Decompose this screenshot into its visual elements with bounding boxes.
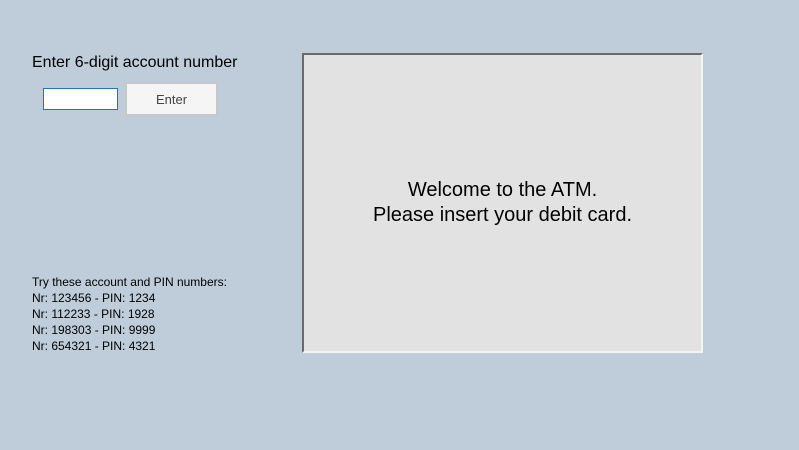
account-hints: Try these account and PIN numbers: Nr: 1…	[32, 274, 227, 354]
hint-account-line: Nr: 123456 - PIN: 1234	[32, 291, 156, 305]
atm-welcome-text: Welcome to the ATM.	[407, 179, 598, 201]
account-number-input[interactable]	[43, 88, 118, 110]
hint-account-line: Nr: 654321 - PIN: 4321	[32, 339, 156, 353]
atm-screen: Welcome to the ATM. Please insert your d…	[302, 53, 703, 353]
hints-heading: Try these account and PIN numbers:	[32, 275, 227, 289]
hint-account-line: Nr: 198303 - PIN: 9999	[32, 323, 156, 337]
atm-instruction-text: Please insert your debit card.	[372, 204, 633, 226]
hint-account-line: Nr: 112233 - PIN: 1928	[32, 307, 155, 321]
enter-button[interactable]: Enter	[125, 82, 218, 116]
account-number-label: Enter 6-digit account number	[32, 54, 238, 71]
